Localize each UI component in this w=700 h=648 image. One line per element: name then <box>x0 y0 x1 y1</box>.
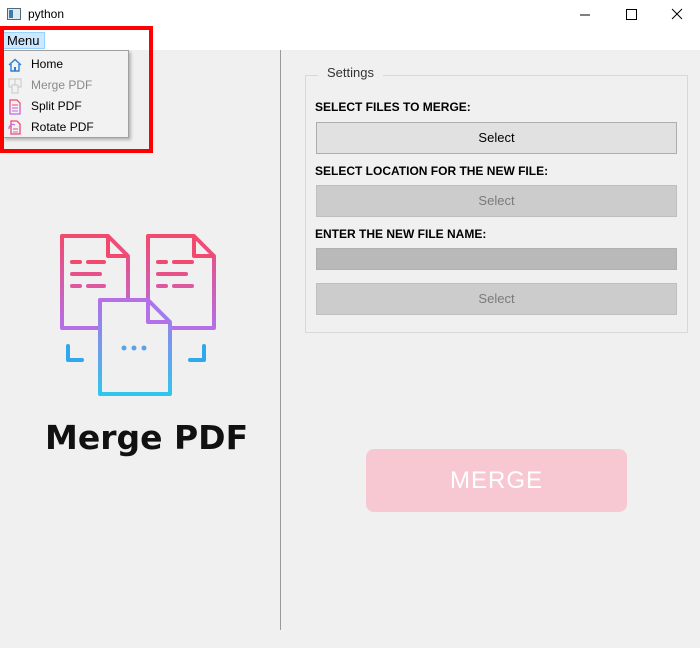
logo-text: Merge PDF <box>45 418 249 457</box>
menu-item-split-pdf[interactable]: Split PDF <box>4 96 128 117</box>
menu-bar: Menu <box>0 30 700 50</box>
window-title: python <box>28 7 65 21</box>
panel-divider <box>280 50 281 630</box>
file-name-label: ENTER THE NEW FILE NAME: <box>315 227 487 241</box>
menu-item-home[interactable]: Home <box>4 54 128 75</box>
close-icon <box>671 8 683 20</box>
minimize-button[interactable] <box>562 0 608 30</box>
menu-item-label: Rotate PDF <box>31 120 94 134</box>
menu-item-merge-pdf[interactable]: Merge PDF <box>4 75 128 96</box>
rotate-pdf-icon <box>8 120 21 135</box>
settings-title: Settings <box>318 65 383 80</box>
maximize-button[interactable] <box>608 0 654 30</box>
select-files-label: SELECT FILES TO MERGE: <box>315 100 471 114</box>
confirm-name-button[interactable]: Select <box>316 283 677 315</box>
menu-dropdown: Home Merge PDF Split PDF Rotate PDF <box>3 50 129 138</box>
select-location-label: SELECT LOCATION FOR THE NEW FILE: <box>315 164 549 178</box>
app-icon <box>7 8 21 20</box>
maximize-icon <box>626 9 637 20</box>
home-icon <box>8 58 22 72</box>
menu-button[interactable]: Menu <box>3 32 45 49</box>
title-bar: python <box>0 0 700 30</box>
merge-documents-icon <box>48 228 223 403</box>
select-files-button[interactable]: Select <box>316 122 677 154</box>
minimize-icon <box>580 14 590 16</box>
menu-item-label: Merge PDF <box>31 78 93 92</box>
merge-button[interactable]: MERGE <box>366 449 627 512</box>
menu-item-label: Split PDF <box>31 99 82 113</box>
select-location-button[interactable]: Select <box>316 185 677 217</box>
menu-item-rotate-pdf[interactable]: Rotate PDF <box>4 117 128 138</box>
menu-item-label: Home <box>31 57 64 71</box>
merge-pdf-icon <box>8 78 22 94</box>
file-name-input[interactable] <box>316 248 677 270</box>
close-button[interactable] <box>654 0 700 30</box>
split-pdf-icon <box>9 99 21 115</box>
